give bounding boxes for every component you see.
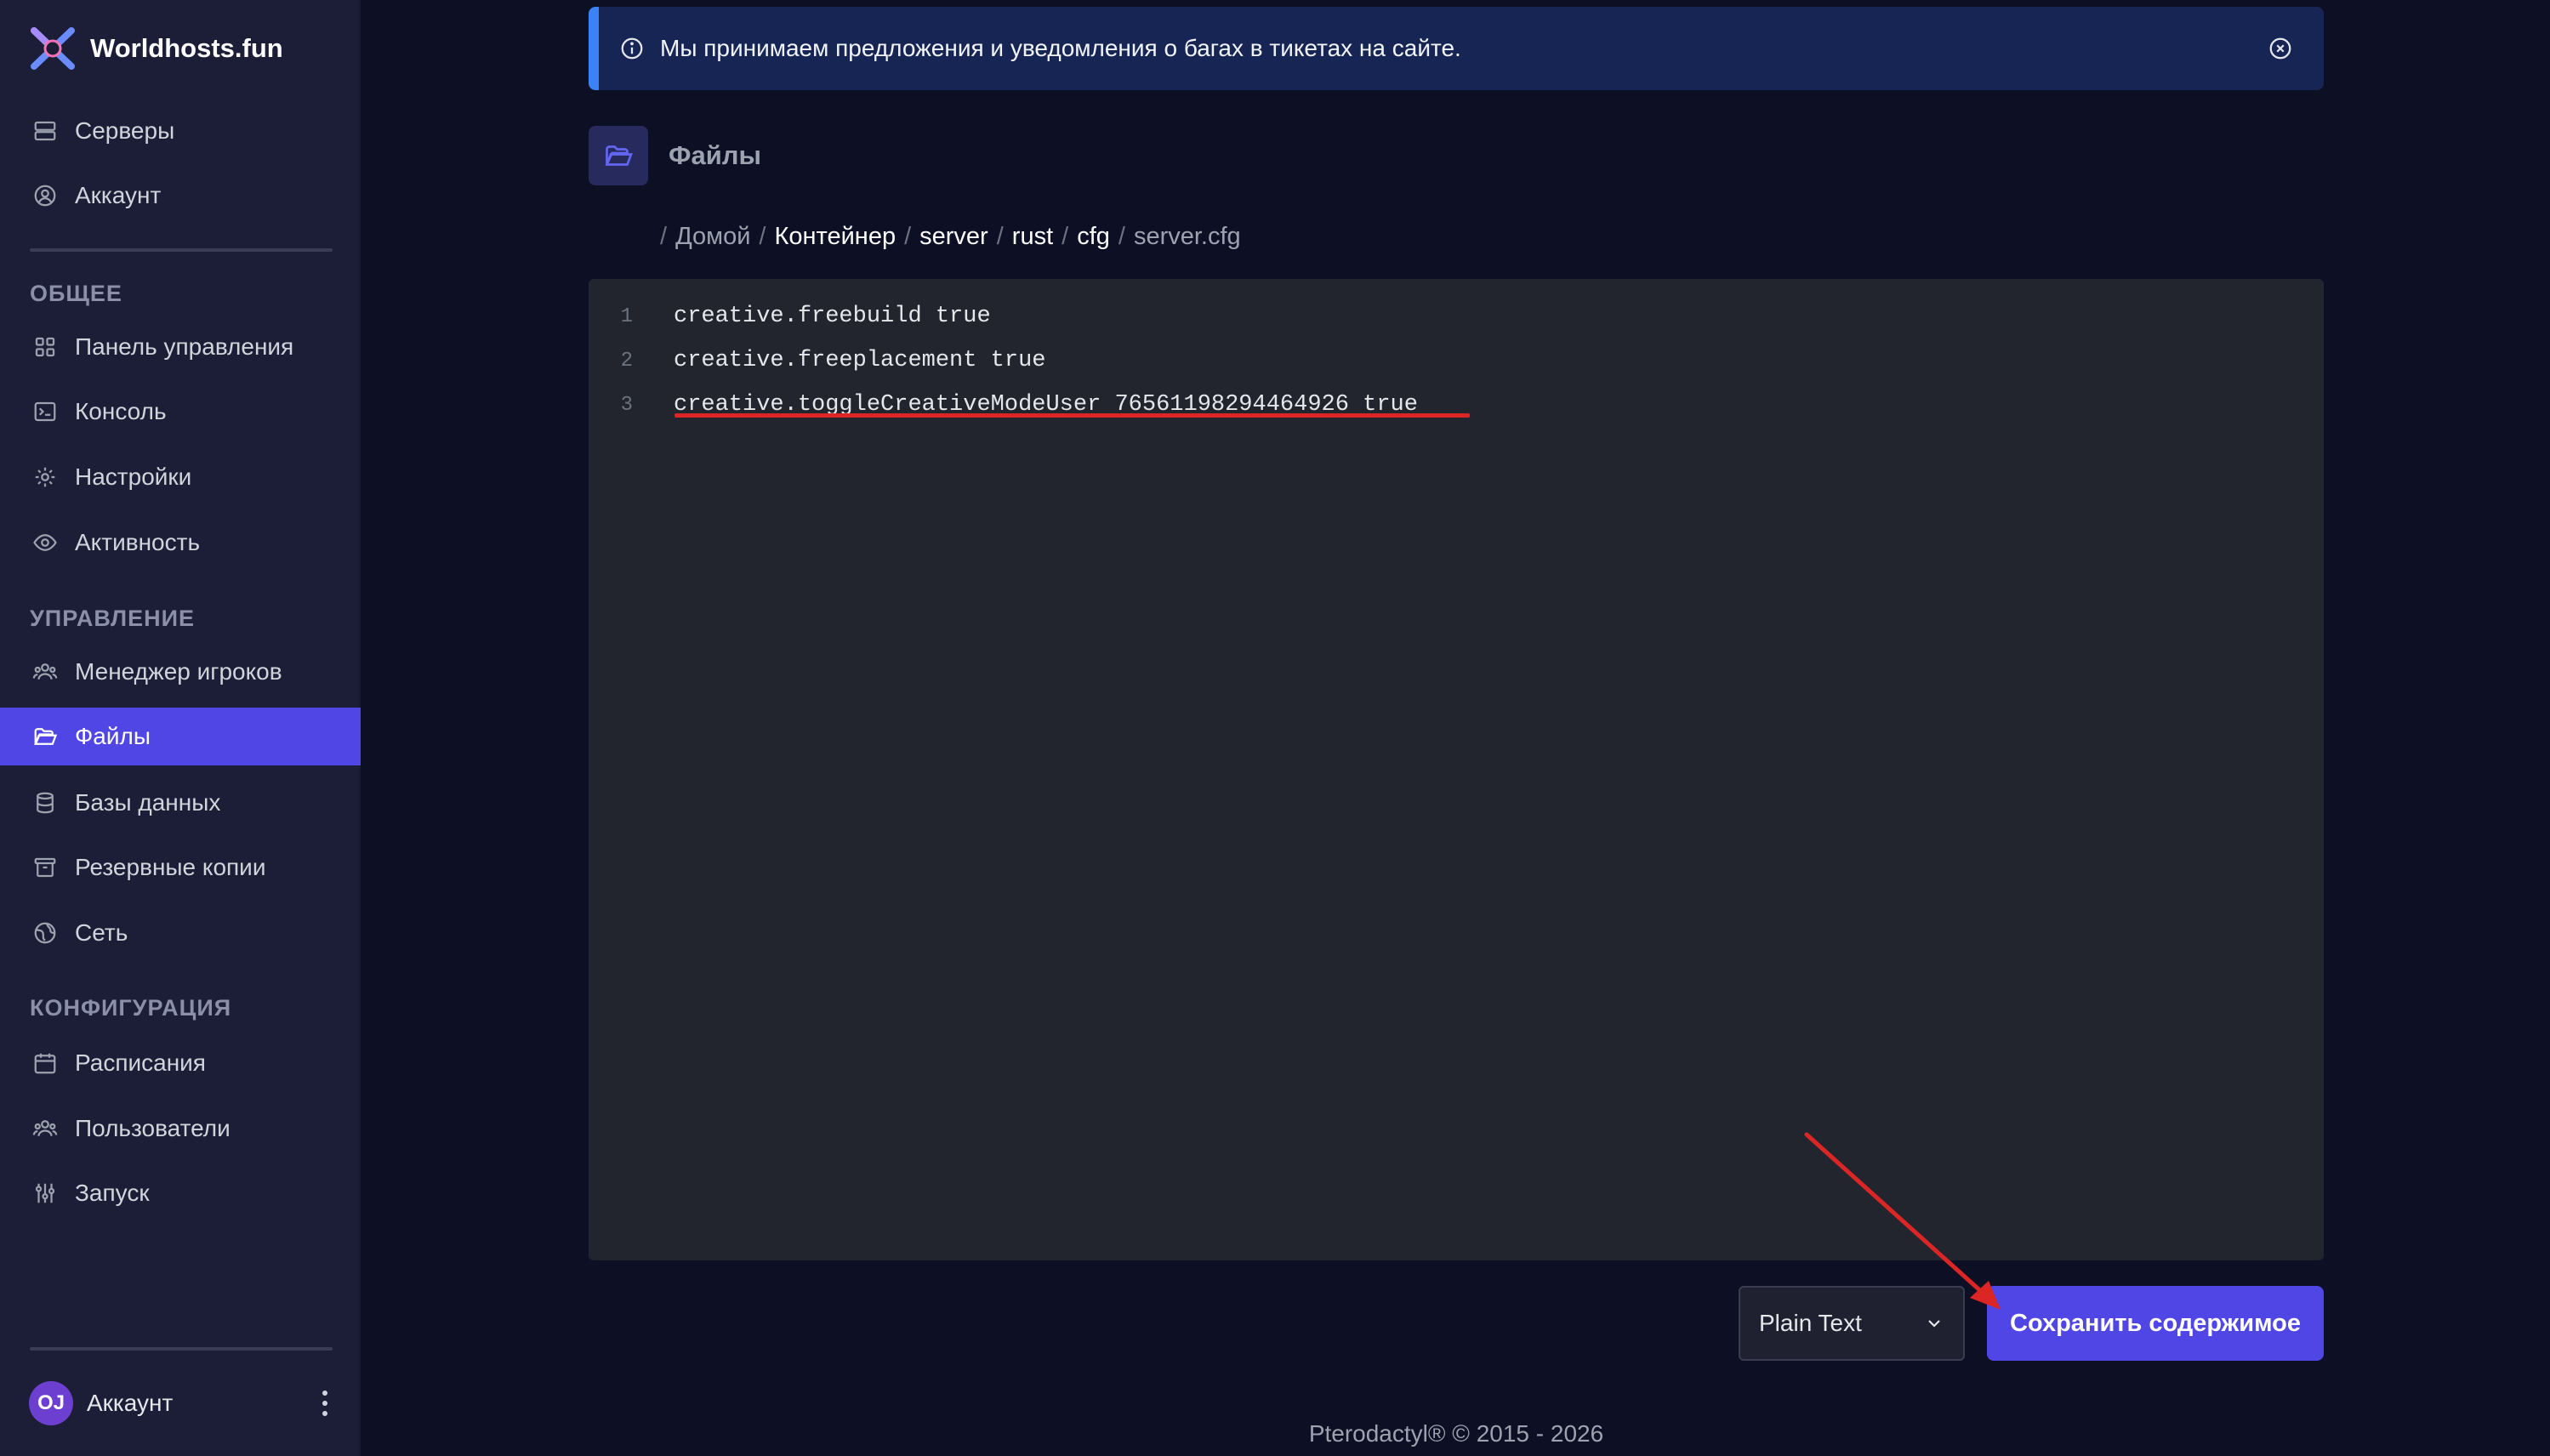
save-content-button[interactable]: Сохранить содержимое: [1987, 1286, 2324, 1361]
server-icon: [32, 118, 58, 144]
sidebar-item-backups[interactable]: Резервные копии: [0, 839, 361, 896]
sidebar-item-label: Активность: [75, 529, 201, 555]
sidebar-item-startup[interactable]: Запуск: [0, 1164, 361, 1222]
code-editor[interactable]: 1 creative.freebuild true 2 creative.fre…: [589, 279, 2324, 1260]
sidebar-item-label: Консоль: [75, 398, 167, 424]
code-line: 2 creative.freeplacement true: [589, 338, 1046, 383]
page-header: Файлы: [589, 126, 761, 185]
section-label-general: ОБЩЕЕ: [30, 281, 122, 306]
breadcrumb-separator: /: [1062, 223, 1069, 250]
code-line: 1 creative.freebuild true: [589, 294, 991, 338]
folder-open-icon: [32, 724, 58, 749]
sidebar-item-label: Пользователи: [75, 1115, 231, 1141]
code-line-text[interactable]: creative.freeplacement true: [674, 348, 1045, 373]
line-number: 2: [620, 349, 633, 373]
annotation-underline: [674, 413, 1470, 418]
sidebar-item-label: Менеджер игроков: [75, 658, 282, 685]
users-icon: [32, 659, 58, 685]
breadcrumb: / Домой / Контейнер / server / rust / cf…: [660, 223, 1241, 251]
breadcrumb-home[interactable]: Домой: [675, 223, 750, 251]
sidebar-divider: [30, 248, 333, 252]
sidebar-item-activity[interactable]: Активность: [0, 514, 361, 572]
folder-open-icon: [589, 126, 648, 185]
sidebar: Worldhosts.fun Серверы Аккаунт ОБЩЕЕ Пан…: [0, 0, 361, 1456]
sidebar-item-label: Аккаунт: [75, 182, 162, 208]
breadcrumb-separator: /: [660, 223, 668, 250]
terminal-icon: [32, 399, 58, 424]
user-circle-icon: [32, 183, 58, 208]
sidebar-item-databases[interactable]: Базы данных: [0, 774, 361, 832]
account-label: Аккаунт: [87, 1390, 174, 1416]
gear-icon: [32, 464, 58, 490]
footer-copyright: Pterodactyl® © 2015 - 2026: [1308, 1420, 1604, 1447]
sidebar-item-label: Панель управления: [75, 333, 294, 360]
sidebar-item-settings[interactable]: Настройки: [0, 448, 361, 506]
breadcrumb-separator: /: [759, 223, 766, 250]
eye-icon: [32, 530, 58, 555]
sidebar-item-users[interactable]: Пользователи: [0, 1100, 361, 1157]
code-line-text[interactable]: creative.freebuild true: [674, 304, 991, 329]
brand[interactable]: Worldhosts.fun: [29, 27, 283, 70]
breadcrumb-rust[interactable]: rust: [1012, 223, 1053, 251]
sidebar-item-label: Файлы: [75, 723, 151, 749]
brand-logo-icon: [29, 27, 77, 70]
sidebar-item-schedules[interactable]: Расписания: [0, 1034, 361, 1092]
globe-icon: [32, 920, 58, 946]
line-number: 1: [620, 304, 633, 328]
sidebar-item-files[interactable]: Файлы: [0, 708, 361, 765]
breadcrumb-separator: /: [1118, 223, 1125, 250]
breadcrumb-container[interactable]: Контейнер: [774, 223, 896, 251]
sidebar-item-label: Расписания: [75, 1049, 206, 1076]
sidebar-divider: [30, 1347, 333, 1351]
users-icon: [32, 1116, 58, 1141]
page-title: Файлы: [669, 140, 761, 170]
sidebar-item-console[interactable]: Консоль: [0, 383, 361, 441]
grid-icon: [32, 334, 58, 360]
sidebar-item-label: Серверы: [75, 117, 175, 144]
breadcrumb-separator: /: [904, 223, 912, 250]
breadcrumb-current-file: server.cfg: [1133, 223, 1241, 250]
info-icon: [619, 36, 645, 61]
sidebar-item-label: Базы данных: [75, 789, 221, 816]
section-label-configuration: КОНФИГУРАЦИЯ: [30, 995, 232, 1021]
calendar-icon: [32, 1050, 58, 1076]
brand-name: Worldhosts.fun: [90, 33, 283, 63]
sidebar-item-dashboard[interactable]: Панель управления: [0, 318, 361, 376]
sidebar-item-servers[interactable]: Серверы: [0, 102, 361, 160]
sidebar-item-label: Запуск: [75, 1180, 150, 1206]
sidebar-item-account[interactable]: Аккаунт: [0, 167, 361, 225]
sidebar-item-label: Резервные копии: [75, 854, 266, 880]
sidebar-item-network[interactable]: Сеть: [0, 904, 361, 962]
notice-text: Мы принимаем предложения и уведомления о…: [660, 35, 1461, 61]
sliders-icon: [32, 1180, 58, 1206]
archive-icon: [32, 855, 58, 880]
breadcrumb-cfg[interactable]: cfg: [1077, 223, 1110, 251]
line-number: 3: [620, 393, 633, 417]
breadcrumb-server[interactable]: server: [919, 223, 988, 251]
avatar: OJ: [29, 1381, 73, 1425]
close-icon[interactable]: [2268, 36, 2293, 61]
section-label-management: УПРАВЛЕНИЕ: [30, 606, 196, 631]
kebab-menu-icon[interactable]: [316, 1386, 333, 1420]
breadcrumb-separator: /: [996, 223, 1004, 250]
account-menu[interactable]: OJ Аккаунт: [29, 1378, 333, 1429]
database-icon: [32, 790, 58, 816]
code-line: 3 creative.toggleCreativeModeUser 765611…: [589, 383, 1418, 427]
notice-banner: Мы принимаем предложения и уведомления о…: [589, 7, 2324, 90]
sidebar-item-label: Сеть: [75, 919, 128, 946]
sidebar-item-player-manager[interactable]: Менеджер игроков: [0, 643, 361, 701]
sidebar-item-label: Настройки: [75, 464, 192, 490]
annotation-arrow: [1804, 1132, 2001, 1310]
